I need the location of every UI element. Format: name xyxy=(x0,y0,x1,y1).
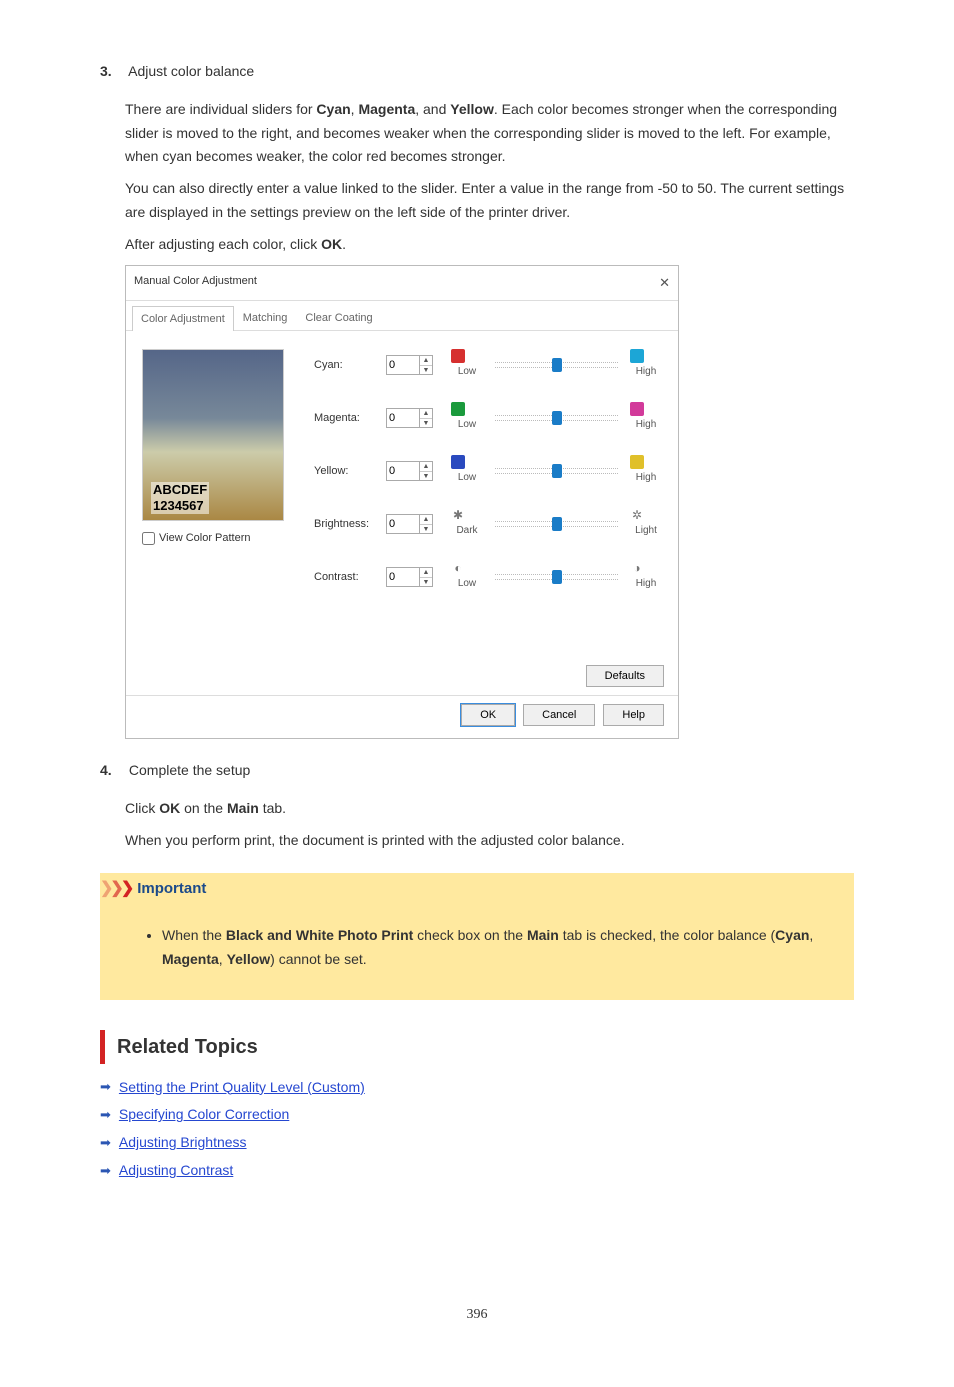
cyan-slider[interactable] xyxy=(495,362,618,368)
cyan-high-swatch xyxy=(630,349,644,363)
cyan-low-swatch xyxy=(451,349,465,363)
cancel-button[interactable]: Cancel xyxy=(523,704,595,726)
help-button[interactable]: Help xyxy=(603,704,664,726)
contrast-slider[interactable] xyxy=(495,574,618,580)
brightness-label: Brightness: xyxy=(314,515,386,534)
contrast-high-icon: ◑ xyxy=(630,561,644,575)
magenta-input[interactable] xyxy=(387,409,419,427)
cyan-spinner[interactable]: ▲▼ xyxy=(386,355,433,375)
tab-matching[interactable]: Matching xyxy=(234,305,297,331)
step3-p2: You can also directly enter a value link… xyxy=(125,177,854,225)
yellow-row: Yellow: ▲▼ Low xyxy=(314,455,662,486)
magenta-label: Magenta: xyxy=(314,409,386,428)
settings-preview-image: ABCDEF 1234567 xyxy=(142,349,284,521)
view-color-pattern-input[interactable] xyxy=(142,532,155,545)
step3-p3: After adjusting each color, click OK. xyxy=(125,233,854,257)
contrast-low-icon: ◐ xyxy=(451,561,465,575)
important-chevrons-icon: ❯❯❯ xyxy=(100,875,131,902)
yellow-slider[interactable] xyxy=(495,468,618,474)
magenta-spinner[interactable]: ▲▼ xyxy=(386,408,433,428)
contrast-input[interactable] xyxy=(387,568,419,586)
link-arrow-icon: ➡ xyxy=(100,1160,111,1182)
spin-up-icon[interactable]: ▲ xyxy=(420,515,432,525)
related-link[interactable]: Adjusting Contrast xyxy=(119,1159,233,1183)
view-color-pattern-checkbox[interactable]: View Color Pattern xyxy=(142,529,302,548)
step-number: 4. xyxy=(100,759,125,783)
step-3: 3. Adjust color balance There are indivi… xyxy=(100,60,854,739)
step4-p2: When you perform print, the document is … xyxy=(125,829,854,853)
related-links-list: ➡ Setting the Print Quality Level (Custo… xyxy=(100,1076,854,1183)
yellow-label: Yellow: xyxy=(314,462,386,481)
related-link-item: ➡ Setting the Print Quality Level (Custo… xyxy=(100,1076,854,1100)
yellow-high-swatch xyxy=(630,455,644,469)
link-arrow-icon: ➡ xyxy=(100,1104,111,1126)
cyan-input[interactable] xyxy=(387,356,419,374)
yellow-spinner[interactable]: ▲▼ xyxy=(386,461,433,481)
spin-up-icon[interactable]: ▲ xyxy=(420,462,432,472)
defaults-button[interactable]: Defaults xyxy=(586,665,664,687)
related-link[interactable]: Adjusting Brightness xyxy=(119,1131,247,1155)
step-number: 3. xyxy=(100,60,125,84)
spin-down-icon[interactable]: ▼ xyxy=(420,472,432,481)
spin-down-icon[interactable]: ▼ xyxy=(420,419,432,428)
yellow-low-swatch xyxy=(451,455,465,469)
close-icon[interactable]: ✕ xyxy=(659,272,670,294)
magenta-row: Magenta: ▲▼ Low xyxy=(314,402,662,433)
spin-down-icon[interactable]: ▼ xyxy=(420,525,432,534)
brightness-spinner[interactable]: ▲▼ xyxy=(386,514,433,534)
spin-up-icon[interactable]: ▲ xyxy=(420,409,432,419)
related-link-item: ➡ Adjusting Contrast xyxy=(100,1159,854,1183)
yellow-input[interactable] xyxy=(387,462,419,480)
contrast-row: Contrast: ▲▼ ◐ Low ◑ xyxy=(314,561,662,592)
spin-down-icon[interactable]: ▼ xyxy=(420,578,432,587)
step-title: Adjust color balance xyxy=(128,63,254,79)
brightness-slider[interactable] xyxy=(495,521,618,527)
cyan-row: Cyan: ▲▼ Low xyxy=(314,349,662,380)
manual-color-adjustment-dialog: Manual Color Adjustment ✕ Color Adjustme… xyxy=(125,265,679,740)
brightness-light-icon: ✲ xyxy=(630,508,644,522)
preview-column: ABCDEF 1234567 View Color Pattern xyxy=(142,349,302,614)
important-note: ❯❯❯ Important When the Black and White P… xyxy=(100,873,854,1000)
brightness-dark-icon: ✱ xyxy=(451,508,465,522)
step3-p1: There are individual sliders for Cyan, M… xyxy=(125,98,854,169)
important-title: Important xyxy=(137,876,206,902)
related-link-item: ➡ Adjusting Brightness xyxy=(100,1131,854,1155)
related-link[interactable]: Specifying Color Correction xyxy=(119,1103,289,1127)
tab-color-adjustment[interactable]: Color Adjustment xyxy=(132,306,234,332)
magenta-low-swatch xyxy=(451,402,465,416)
related-link[interactable]: Setting the Print Quality Level (Custom) xyxy=(119,1076,365,1100)
link-arrow-icon: ➡ xyxy=(100,1132,111,1154)
brightness-row: Brightness: ▲▼ ✱ Dark ✲ xyxy=(314,508,662,539)
step4-p1: Click OK on the Main tab. xyxy=(125,797,854,821)
step-4: 4. Complete the setup Click OK on the Ma… xyxy=(100,759,854,852)
step-title: Complete the setup xyxy=(129,762,250,778)
spin-down-icon[interactable]: ▼ xyxy=(420,366,432,375)
contrast-spinner[interactable]: ▲▼ xyxy=(386,567,433,587)
dialog-title: Manual Color Adjustment xyxy=(134,272,257,294)
related-link-item: ➡ Specifying Color Correction xyxy=(100,1103,854,1127)
spin-up-icon[interactable]: ▲ xyxy=(420,568,432,578)
dialog-tabs: Color Adjustment Matching Clear Coating xyxy=(126,301,678,332)
tab-clear-coating[interactable]: Clear Coating xyxy=(296,305,381,331)
preview-sample-text: ABCDEF 1234567 xyxy=(151,482,209,515)
controls-column: Cyan: ▲▼ Low xyxy=(314,349,662,614)
page-number: 396 xyxy=(100,1303,854,1327)
related-topics-heading: Related Topics xyxy=(100,1030,854,1064)
magenta-high-swatch xyxy=(630,402,644,416)
contrast-label: Contrast: xyxy=(314,568,386,587)
magenta-slider[interactable] xyxy=(495,415,618,421)
ok-button[interactable]: OK xyxy=(461,704,515,726)
brightness-input[interactable] xyxy=(387,515,419,533)
cyan-label: Cyan: xyxy=(314,356,386,375)
link-arrow-icon: ➡ xyxy=(100,1076,111,1098)
spin-up-icon[interactable]: ▲ xyxy=(420,356,432,366)
important-item: When the Black and White Photo Print che… xyxy=(162,924,854,972)
